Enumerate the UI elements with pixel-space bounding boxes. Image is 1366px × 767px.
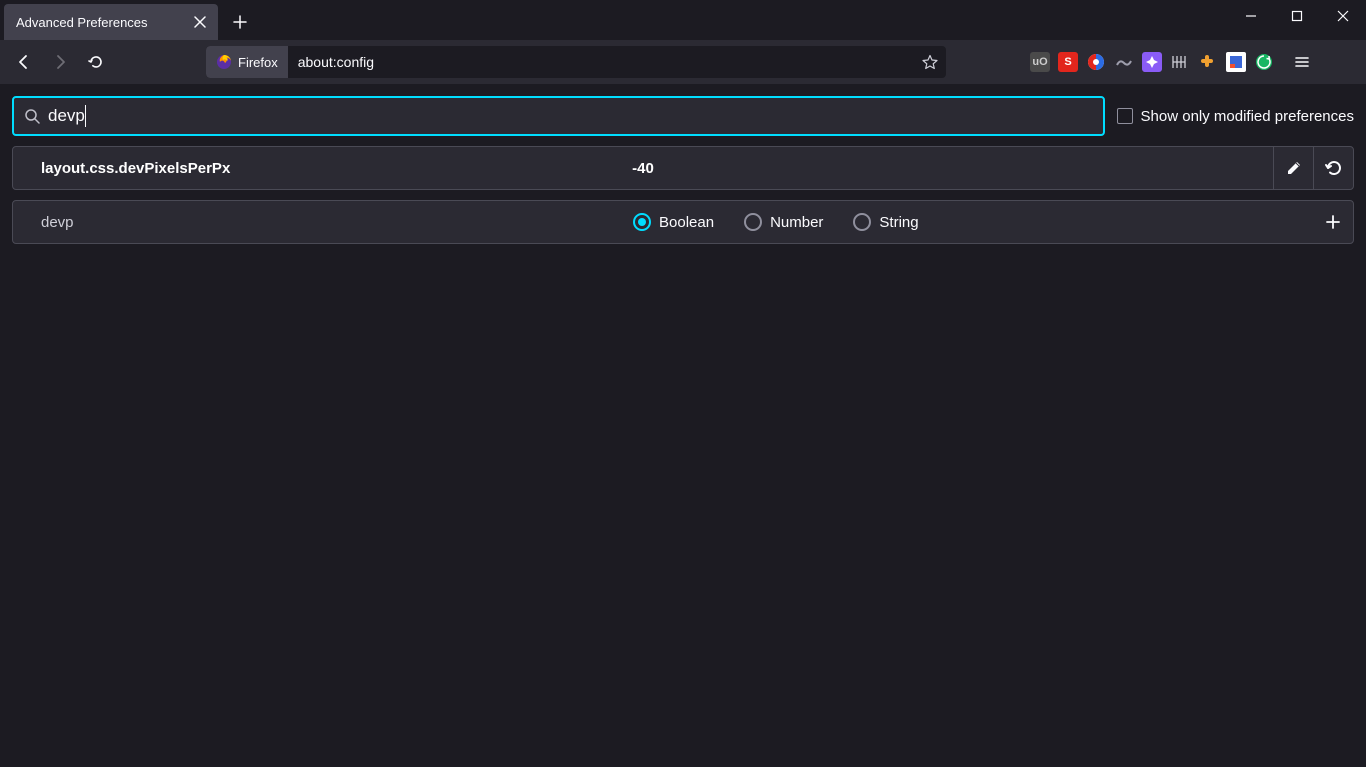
- ext-icon-2[interactable]: S: [1058, 52, 1078, 72]
- search-value-text: devp: [48, 106, 85, 126]
- reload-button[interactable]: [80, 46, 112, 78]
- ext-icon-6[interactable]: [1170, 52, 1190, 72]
- app-menu-button[interactable]: [1286, 46, 1318, 78]
- forward-button[interactable]: [44, 46, 76, 78]
- search-row: devp Show only modified preferences: [12, 96, 1354, 136]
- back-button[interactable]: [8, 46, 40, 78]
- radio-string[interactable]: String: [853, 213, 918, 231]
- new-pref-type-radios: Boolean Number String: [633, 213, 919, 231]
- minimize-button[interactable]: [1228, 0, 1274, 32]
- pref-value: -40: [433, 160, 853, 177]
- bookmark-button[interactable]: [914, 54, 946, 70]
- maximize-button[interactable]: [1274, 0, 1320, 32]
- browser-tab[interactable]: Advanced Preferences: [4, 4, 218, 40]
- titlebar: Advanced Preferences: [0, 0, 1366, 40]
- radio-icon-selected: [633, 213, 651, 231]
- radio-boolean[interactable]: Boolean: [633, 213, 714, 231]
- radio-icon: [744, 213, 762, 231]
- radio-string-label: String: [879, 214, 918, 231]
- radio-icon: [853, 213, 871, 231]
- url-bar[interactable]: Firefox about:config: [206, 46, 946, 78]
- ext-icon-8[interactable]: [1226, 52, 1246, 72]
- edit-pref-button[interactable]: [1273, 146, 1313, 190]
- checkbox-icon: [1117, 108, 1133, 124]
- show-only-modified-toggle[interactable]: Show only modified preferences: [1117, 108, 1354, 125]
- tab-title: Advanced Preferences: [16, 15, 182, 30]
- url-text[interactable]: about:config: [288, 54, 914, 70]
- add-pref-button[interactable]: [1313, 200, 1353, 244]
- ext-icon-7[interactable]: [1198, 52, 1218, 72]
- nav-toolbar: Firefox about:config uO S: [0, 40, 1366, 84]
- close-window-button[interactable]: [1320, 0, 1366, 32]
- pref-search-box[interactable]: devp: [12, 96, 1105, 136]
- url-identity[interactable]: Firefox: [206, 46, 288, 78]
- new-tab-button[interactable]: [224, 6, 256, 38]
- ext-icon-3[interactable]: [1086, 52, 1106, 72]
- pref-name: layout.css.devPixelsPerPx: [13, 160, 433, 177]
- firefox-icon: [216, 54, 232, 70]
- window-controls: [1228, 0, 1366, 32]
- pref-row: layout.css.devPixelsPerPx -40: [12, 146, 1354, 190]
- ext-icon-9[interactable]: [1254, 52, 1274, 72]
- reset-pref-button[interactable]: [1313, 146, 1353, 190]
- toolbar-extensions: uO S: [1030, 46, 1318, 78]
- radio-number-label: Number: [770, 214, 823, 231]
- about-config-content: devp Show only modified preferences layo…: [0, 84, 1366, 256]
- close-tab-button[interactable]: [190, 12, 210, 32]
- new-pref-name: devp: [13, 214, 433, 231]
- search-icon: [24, 108, 40, 124]
- url-scheme-label: Firefox: [238, 55, 278, 70]
- radio-number[interactable]: Number: [744, 213, 823, 231]
- ext-icon-4[interactable]: [1114, 52, 1134, 72]
- new-pref-row: devp Boolean Number String: [12, 200, 1354, 244]
- radio-boolean-label: Boolean: [659, 214, 714, 231]
- show-only-modified-label: Show only modified preferences: [1141, 108, 1354, 125]
- ext-icon-5[interactable]: [1142, 52, 1162, 72]
- ext-icon-1[interactable]: uO: [1030, 52, 1050, 72]
